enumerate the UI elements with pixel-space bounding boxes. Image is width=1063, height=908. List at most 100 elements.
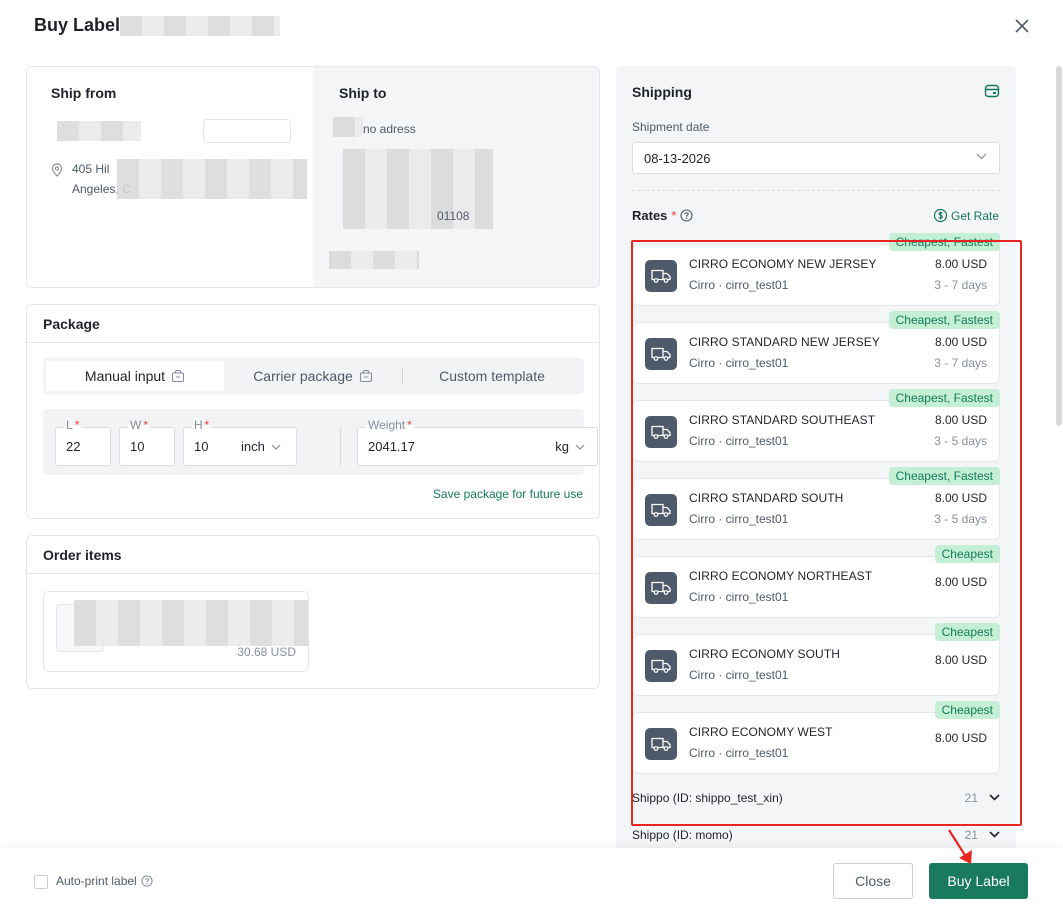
width-label-text: W xyxy=(130,418,142,432)
required-mark: * xyxy=(204,418,210,432)
shipment-date-value: 08-13-2026 xyxy=(644,151,711,166)
height-value: 10 xyxy=(194,439,209,454)
rate-price: 8.00 USD xyxy=(934,257,987,271)
carrier-group-toggle[interactable]: Shippo (ID: momo) 21 xyxy=(632,828,1000,848)
rates-label: Rates * xyxy=(632,208,694,223)
rate-option[interactable]: Cheapest, Fastest CIRRO STANDARD SOUTH C… xyxy=(632,467,1000,540)
length-label: L * xyxy=(64,418,82,432)
rate-tag: Cheapest xyxy=(934,701,1000,719)
rate-service-name: CIRRO STANDARD SOUTHEAST xyxy=(689,413,876,427)
rate-price: 8.00 USD xyxy=(934,653,987,667)
length-field[interactable]: L * 22 xyxy=(55,418,111,466)
weight-unit-select[interactable]: kg xyxy=(555,439,585,454)
rate-tag: Cheapest xyxy=(934,623,1000,641)
chevron-down-icon xyxy=(575,444,585,450)
sender-address-line1: 405 Hil xyxy=(72,162,110,176)
carrier-rate-count: 21 xyxy=(964,791,978,805)
weight-value: 2041.17 xyxy=(368,439,415,454)
chevron-down-icon xyxy=(271,444,281,450)
rate-service-name: CIRRO ECONOMY WEST xyxy=(689,725,833,739)
refresh-dollar-icon xyxy=(933,208,948,223)
field-divider xyxy=(340,427,341,466)
buy-label-button[interactable]: Buy Label xyxy=(929,863,1028,899)
ship-to-section: Ship to no adress 01108 xyxy=(313,67,599,287)
shipment-date-label: Shipment date xyxy=(632,120,710,134)
carrier-group-label: Shippo (ID: shippo_test_xin) xyxy=(632,791,783,805)
rate-tag: Cheapest, Fastest xyxy=(888,467,1000,485)
rate-price: 8.00 USD xyxy=(934,491,987,505)
width-field[interactable]: W * 10 xyxy=(119,418,175,466)
package-mode-tabs: Manual input Carrier package Custom temp… xyxy=(43,358,584,394)
rate-service-name: CIRRO ECONOMY NORTHEAST xyxy=(689,569,873,583)
height-label: H * xyxy=(192,418,212,432)
order-item[interactable]: 30.68 USD xyxy=(43,591,309,672)
truck-icon xyxy=(645,260,677,292)
weight-unit-value: kg xyxy=(555,439,569,454)
ship-from-title: Ship from xyxy=(51,85,117,101)
redacted-sender-name xyxy=(57,121,141,141)
required-mark: * xyxy=(671,208,677,223)
rate-carrier: Cirro · cirro_test01 xyxy=(689,512,789,526)
length-label-text: L xyxy=(66,418,73,432)
shipping-panel: Shipping Shipment date 08-13-2026 Rates … xyxy=(616,66,1016,856)
tab-label: Manual input xyxy=(84,368,166,384)
rate-price: 8.00 USD xyxy=(934,335,987,349)
rate-service-name: CIRRO ECONOMY SOUTH xyxy=(689,647,841,661)
tab-manual-input[interactable]: Manual input xyxy=(46,361,224,391)
height-field[interactable]: H * 10 inch xyxy=(183,418,297,466)
tab-carrier-package[interactable]: Carrier package xyxy=(224,361,402,391)
rate-price: 8.00 USD xyxy=(934,575,987,589)
dimensions-panel: L * 22 W * 10 H * 10 inch Weight * 2041.17 k… xyxy=(43,409,598,475)
help-circle-icon[interactable] xyxy=(141,875,153,887)
ship-to-title: Ship to xyxy=(339,85,387,101)
tab-label: Custom template xyxy=(439,368,545,384)
truck-icon xyxy=(645,416,677,448)
item-price: 30.68 USD xyxy=(237,645,296,659)
package-header: Package xyxy=(27,305,599,343)
save-package-link[interactable]: Save package for future use xyxy=(433,487,583,501)
carrier-group-label: Shippo (ID: momo) xyxy=(632,828,733,842)
chevron-down-icon xyxy=(989,794,1000,801)
rate-price: 8.00 USD xyxy=(934,413,987,427)
redacted-title-suffix xyxy=(120,15,281,36)
divider xyxy=(632,190,1000,191)
sender-tag xyxy=(203,119,291,143)
chevron-down-icon xyxy=(989,831,1000,838)
redacted-sender-address xyxy=(117,159,307,199)
shipment-date-select[interactable]: 08-13-2026 xyxy=(632,142,1000,174)
rate-tag: Cheapest, Fastest xyxy=(888,233,1000,251)
modal-title: Buy Label xyxy=(34,15,281,36)
rate-carrier: Cirro · cirro_test01 xyxy=(689,278,789,292)
rate-option[interactable]: Cheapest, Fastest CIRRO STANDARD SOUTHEA… xyxy=(632,389,1000,462)
required-mark: * xyxy=(74,418,80,432)
get-rate-button[interactable]: Get Rate xyxy=(933,208,999,223)
auto-print-label: Auto-print label xyxy=(56,874,153,888)
dimension-unit-select[interactable]: inch xyxy=(241,439,281,454)
rate-option[interactable]: Cheapest CIRRO ECONOMY WEST Cirro · cirr… xyxy=(632,701,1000,774)
scale-icon xyxy=(172,369,185,383)
rate-option[interactable]: Cheapest, Fastest CIRRO STANDARD NEW JER… xyxy=(632,311,1000,384)
carrier-group-toggle[interactable]: Shippo (ID: shippo_test_xin) 21 xyxy=(632,791,1000,811)
close-icon[interactable] xyxy=(1010,14,1034,38)
location-pin-icon xyxy=(51,163,63,180)
scrollbar[interactable] xyxy=(1056,66,1062,426)
rate-price: 8.00 USD xyxy=(934,731,987,745)
rate-option[interactable]: Cheapest, Fastest CIRRO ECONOMY NEW JERS… xyxy=(632,233,1000,306)
rate-carrier: Cirro · cirro_test01 xyxy=(689,434,789,448)
tab-custom-template[interactable]: Custom template xyxy=(403,361,581,391)
length-value: 22 xyxy=(66,439,81,454)
weight-label-text: Weight xyxy=(368,418,406,432)
rate-option[interactable]: Cheapest CIRRO ECONOMY SOUTH Cirro · cir… xyxy=(632,623,1000,696)
modal-title-text: Buy Label xyxy=(34,15,121,35)
close-button[interactable]: Close xyxy=(833,863,913,899)
tab-label: Carrier package xyxy=(253,368,353,384)
rate-carrier: Cirro · cirro_test01 xyxy=(689,590,789,604)
auto-print-checkbox[interactable] xyxy=(34,875,48,889)
rate-carrier: Cirro · cirro_test01 xyxy=(689,356,789,370)
rate-option[interactable]: Cheapest CIRRO ECONOMY NORTHEAST Cirro ·… xyxy=(632,545,1000,618)
truck-icon xyxy=(645,338,677,370)
weight-field[interactable]: Weight * 2041.17 kg xyxy=(357,418,598,466)
help-circle-icon[interactable] xyxy=(680,209,694,222)
rate-service-name: CIRRO ECONOMY NEW JERSEY xyxy=(689,257,877,271)
wallet-icon[interactable] xyxy=(984,83,1000,102)
